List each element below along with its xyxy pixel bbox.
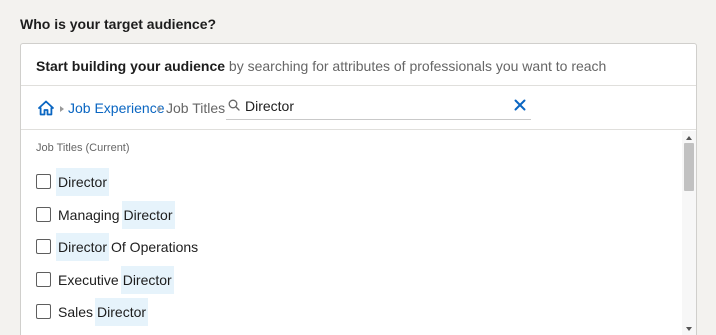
scrollbar[interactable] <box>682 131 696 335</box>
list-item[interactable]: Director Of Operations <box>34 233 534 261</box>
label-match: Director <box>56 168 110 196</box>
list-item[interactable]: Sales Director <box>34 298 534 326</box>
list-item[interactable]: Executive Director <box>34 266 534 294</box>
breadcrumb-separator-icon <box>60 106 64 112</box>
scrollbar-thumb[interactable] <box>684 143 694 191</box>
label-prefix: Sales <box>58 304 94 320</box>
label-prefix: Executive <box>58 272 119 288</box>
label-prefix: Managing <box>58 207 120 223</box>
scroll-down-icon[interactable] <box>686 327 692 331</box>
list-item-label: Sales Director <box>56 298 149 326</box>
audience-panel: Start building your audience by searchin… <box>20 43 697 335</box>
list-item-label: Managing Director <box>56 201 175 229</box>
checkbox[interactable] <box>36 272 51 287</box>
list-item[interactable]: Managing Director <box>34 201 534 229</box>
checkbox[interactable] <box>36 239 51 254</box>
breadcrumb-job-experience[interactable]: Job Experience <box>68 100 165 116</box>
checkbox[interactable] <box>36 304 51 319</box>
search-box <box>226 92 531 120</box>
list-item-label: Director Of Operations <box>56 233 200 261</box>
list-item[interactable]: Director <box>34 168 534 196</box>
breadcrumb-separator-icon <box>158 106 162 112</box>
checkbox[interactable] <box>36 207 51 222</box>
label-match: Director <box>56 233 110 261</box>
label-match: Director <box>121 201 175 229</box>
label-suffix: Of Operations <box>111 239 199 255</box>
label-match: Director <box>95 298 149 326</box>
results-title: Job Titles (Current) <box>36 142 130 154</box>
intro-rest: by searching for attributes of professio… <box>225 58 607 74</box>
close-icon[interactable] <box>514 99 526 111</box>
results-list: Job Titles (Current) Director Managing D… <box>21 131 683 335</box>
list-item-label: Director <box>56 168 110 196</box>
label-match: Director <box>120 266 174 294</box>
list-item-label: Executive Director <box>56 266 174 294</box>
checkbox[interactable] <box>36 174 51 189</box>
search-input[interactable] <box>245 95 505 117</box>
scroll-up-icon[interactable] <box>686 136 692 140</box>
intro-text: Start building your audience by searchin… <box>21 44 696 86</box>
home-icon[interactable] <box>38 100 54 116</box>
intro-bold: Start building your audience <box>36 58 226 74</box>
breadcrumb: Job Experience Job Titles <box>21 86 696 130</box>
breadcrumb-job-titles: Job Titles <box>166 100 226 116</box>
search-icon <box>228 99 240 111</box>
page-question: Who is your target audience? <box>20 16 217 32</box>
